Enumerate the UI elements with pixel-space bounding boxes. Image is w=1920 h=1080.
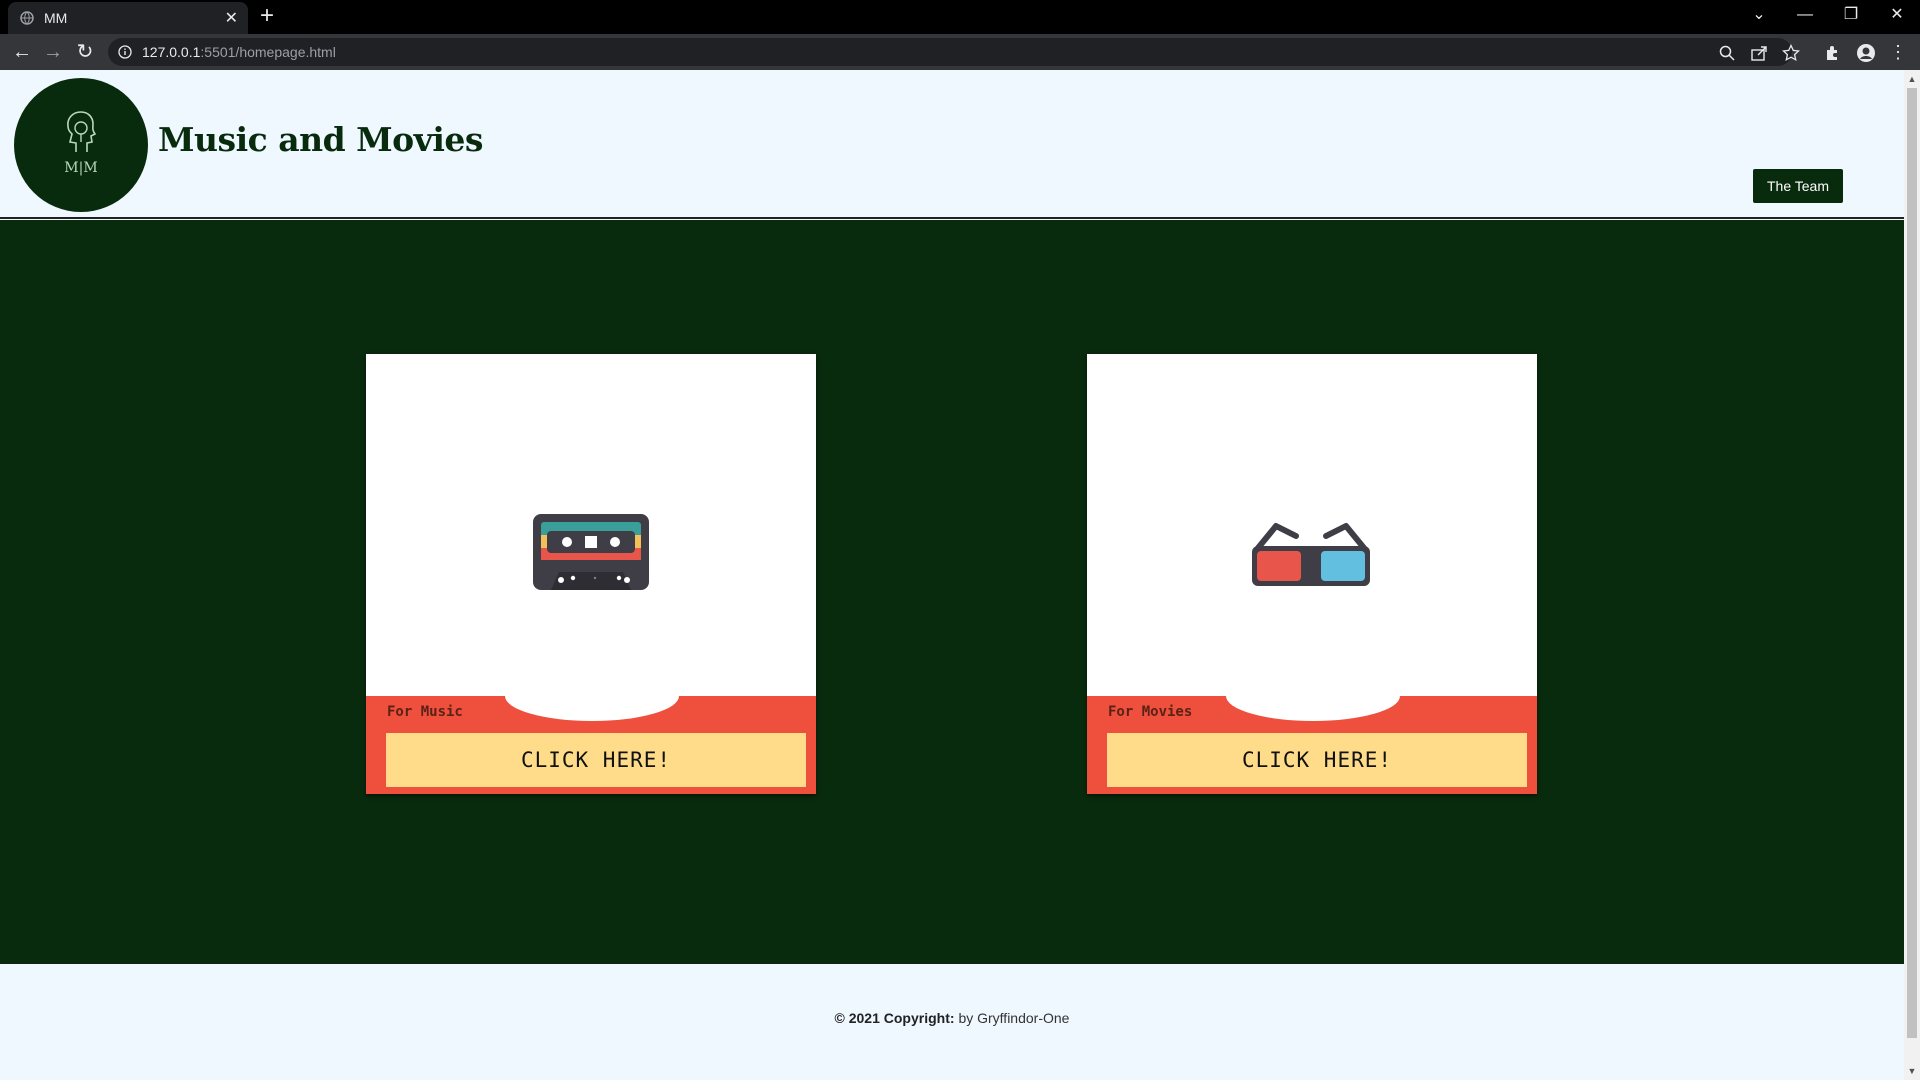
the-team-button[interactable]: The Team xyxy=(1753,169,1843,203)
extensions-icon[interactable] xyxy=(1823,43,1843,63)
close-window-icon[interactable]: ✕ xyxy=(1874,0,1920,30)
back-arrow-icon[interactable]: ← xyxy=(10,40,34,64)
site-info-icon[interactable] xyxy=(118,45,132,59)
copyright-text: © 2021 Copyright: by Gryffindor-One xyxy=(0,1010,1904,1026)
browser-tab[interactable]: MM ✕ xyxy=(8,2,248,34)
card-caption: For Movies xyxy=(1108,704,1193,720)
tab-strip: MM ✕ + ⌄ — ❐ ✕ xyxy=(0,0,1920,34)
close-tab-icon[interactable]: ✕ xyxy=(225,8,238,28)
browser-toolbar: ← → ↻ 127.0.0.1:5501/homepage.html ⋮ xyxy=(0,34,1920,70)
copyright-label: © 2021 Copyright: xyxy=(834,1010,955,1026)
logo-text: M|M xyxy=(64,160,98,176)
cassette-tape-icon xyxy=(533,514,649,590)
movies-card: For Movies CLICK HERE! xyxy=(1087,354,1537,794)
url-text: 127.0.0.1:5501/homepage.html xyxy=(142,44,336,60)
card-caption: For Music xyxy=(387,704,463,720)
minimize-icon[interactable]: — xyxy=(1782,0,1828,30)
hero-section: For Music CLICK HERE! For Movies CLICK H… xyxy=(0,220,1904,964)
tab-title: MM xyxy=(44,10,68,26)
music-card: For Music CLICK HERE! xyxy=(366,354,816,794)
scroll-down-icon[interactable]: ▼ xyxy=(1907,1066,1917,1076)
tab-search-icon[interactable]: ⌄ xyxy=(1736,0,1782,30)
forward-arrow-icon[interactable]: → xyxy=(41,40,65,64)
head-silhouette-icon xyxy=(67,111,97,152)
address-bar[interactable]: 127.0.0.1:5501/homepage.html xyxy=(108,38,1800,66)
restore-icon[interactable]: ❐ xyxy=(1828,0,1874,30)
site-footer: © 2021 Copyright: by Gryffindor-One xyxy=(0,964,1904,1080)
zoom-icon[interactable] xyxy=(1718,44,1736,62)
scroll-up-icon[interactable]: ▲ xyxy=(1907,74,1917,84)
scrollbar-thumb[interactable] xyxy=(1907,88,1917,1038)
share-icon[interactable] xyxy=(1750,44,1768,62)
3d-glasses-icon xyxy=(1252,523,1370,586)
profile-avatar-icon[interactable] xyxy=(1856,43,1876,63)
copyright-author: by Gryffindor-One xyxy=(958,1010,1070,1026)
site-header: M|M Music and Movies The Team xyxy=(0,70,1904,219)
url-host: 127.0.0.1 xyxy=(142,44,201,60)
bookmark-star-icon[interactable] xyxy=(1782,44,1800,62)
page-viewport: M|M Music and Movies The Team For Music … xyxy=(0,70,1904,1080)
music-click-button[interactable]: CLICK HERE! xyxy=(386,733,806,787)
vertical-scrollbar[interactable]: ▲ ▼ xyxy=(1904,70,1920,1080)
site-title: Music and Movies xyxy=(158,120,483,159)
url-path: :5501/homepage.html xyxy=(200,44,336,60)
reload-icon[interactable]: ↻ xyxy=(73,40,97,64)
movies-click-button[interactable]: CLICK HERE! xyxy=(1107,733,1527,787)
globe-icon xyxy=(20,11,34,25)
site-logo[interactable]: M|M xyxy=(14,78,148,212)
new-tab-icon[interactable]: + xyxy=(260,4,274,28)
menu-kebab-icon[interactable]: ⋮ xyxy=(1886,40,1910,64)
